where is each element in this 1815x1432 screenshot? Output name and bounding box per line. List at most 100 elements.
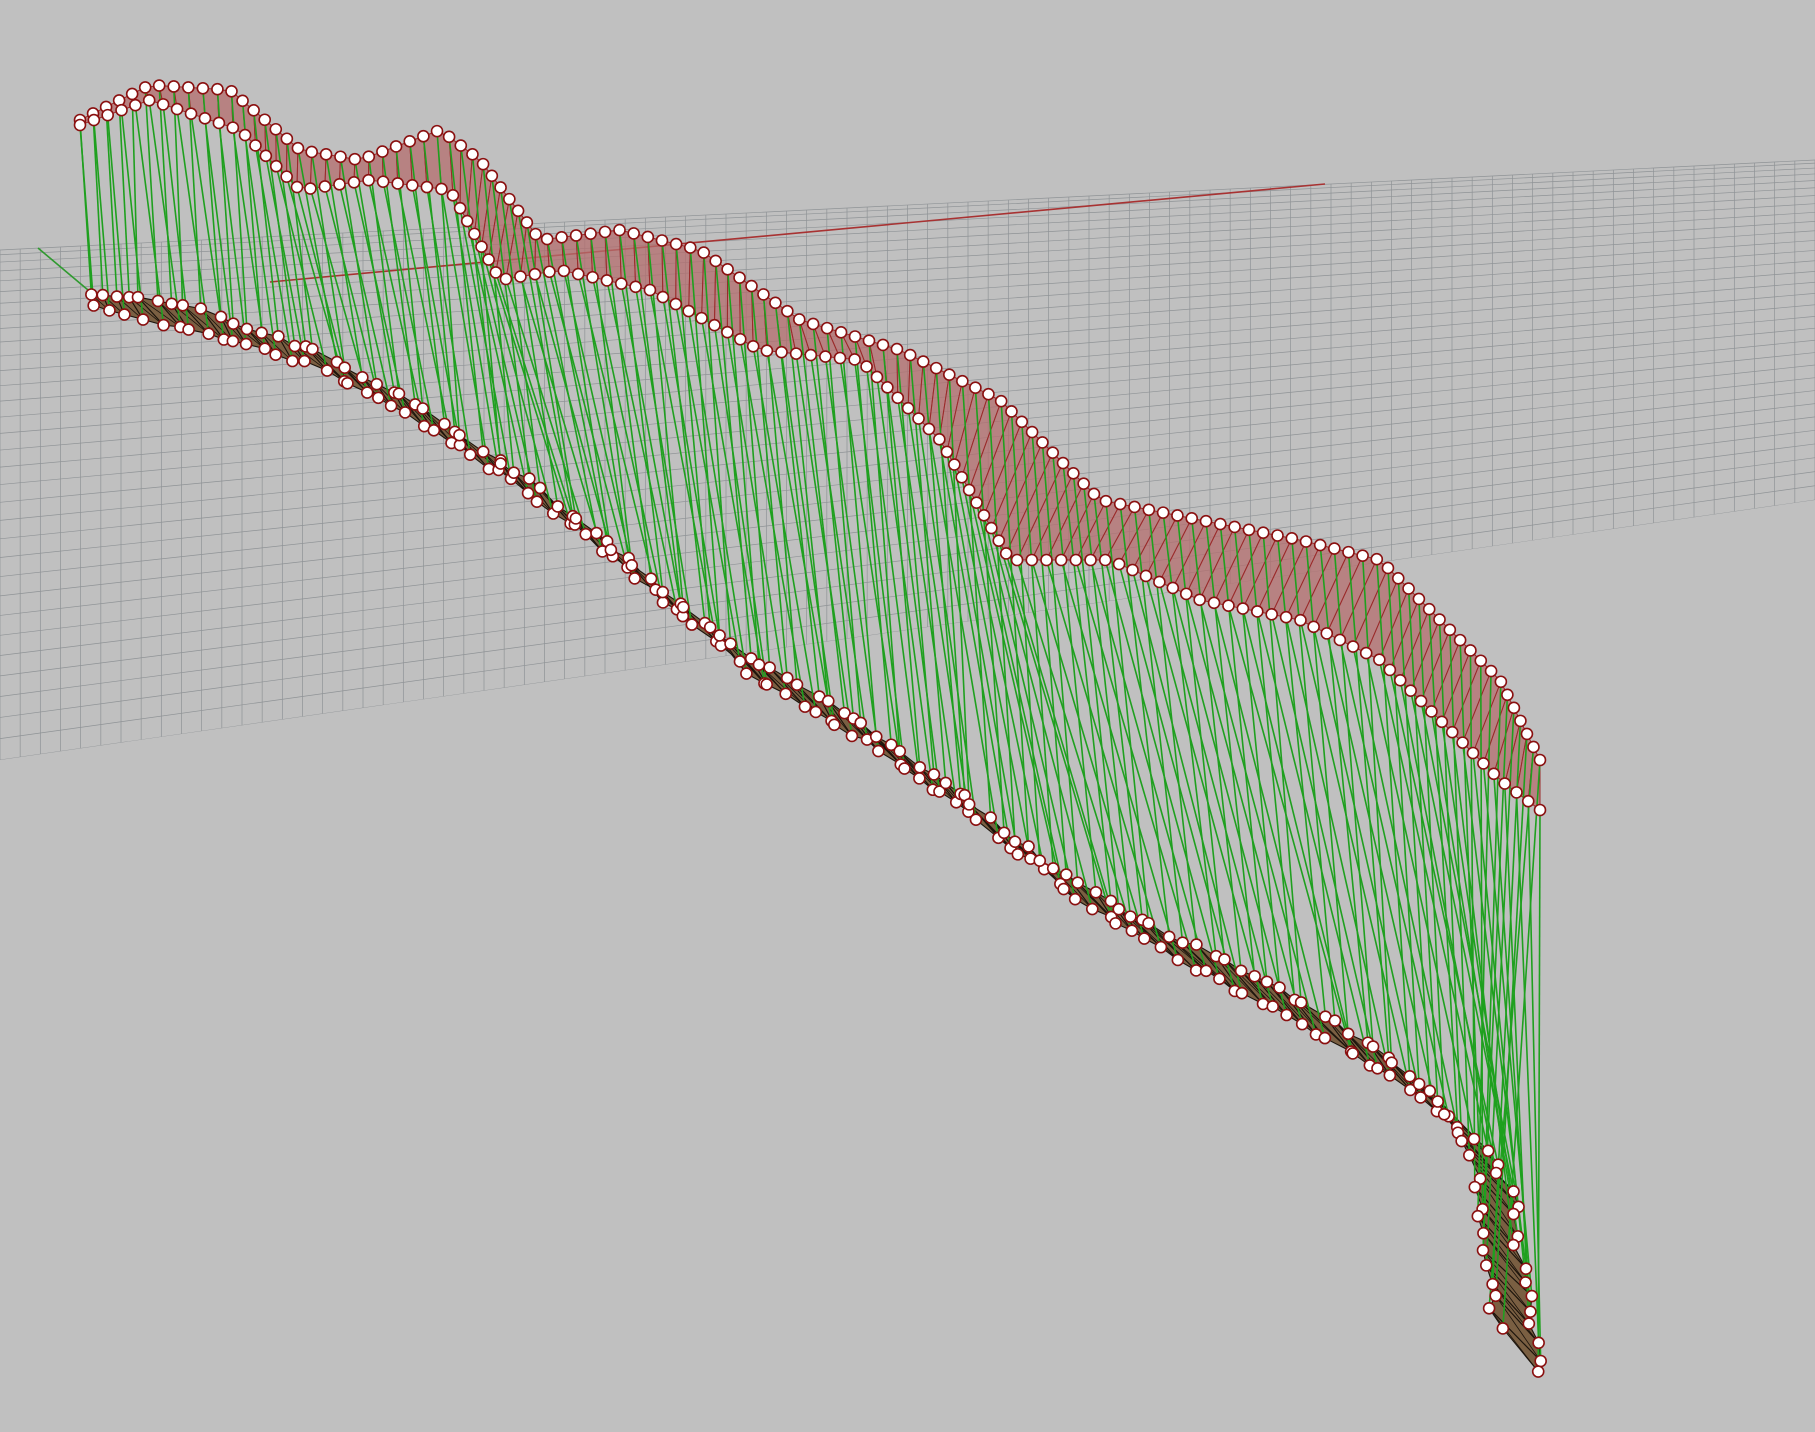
control-point xyxy=(590,526,603,540)
control-point xyxy=(1059,868,1073,881)
control-point xyxy=(320,364,334,377)
control-point xyxy=(1521,794,1535,808)
control-point xyxy=(1533,753,1547,767)
control-point xyxy=(1489,1289,1503,1303)
control-point xyxy=(903,348,917,362)
control-point xyxy=(225,84,238,98)
control-point xyxy=(85,288,98,301)
control-point xyxy=(876,338,890,352)
control-point xyxy=(757,288,770,301)
control-point xyxy=(969,813,983,826)
control-point xyxy=(656,596,670,609)
control-point xyxy=(733,332,747,346)
control-point xyxy=(269,159,283,173)
control-point xyxy=(992,534,1006,548)
control-point xyxy=(1403,1069,1417,1083)
control-point xyxy=(1089,885,1103,899)
control-point xyxy=(1128,500,1141,514)
control-point xyxy=(291,141,305,155)
control-point xyxy=(269,122,283,136)
control-point xyxy=(1346,640,1360,653)
control-point xyxy=(131,290,145,304)
control-point xyxy=(713,629,726,642)
control-point xyxy=(1456,736,1469,749)
control-point xyxy=(1036,436,1049,449)
control-point xyxy=(1112,557,1126,571)
control-point xyxy=(125,87,139,101)
control-point xyxy=(530,495,544,508)
control-point xyxy=(1514,714,1527,728)
control-point xyxy=(913,772,926,785)
control-point xyxy=(1507,1207,1520,1221)
control-point xyxy=(489,266,503,279)
control-point xyxy=(1519,1276,1532,1289)
control-point xyxy=(834,326,848,339)
control-point xyxy=(1260,975,1274,989)
control-point xyxy=(247,103,260,117)
control-point xyxy=(860,360,873,373)
control-point xyxy=(1295,1017,1309,1031)
control-point xyxy=(73,118,87,132)
control-point xyxy=(138,81,152,94)
control-point xyxy=(1507,1238,1520,1252)
control-point xyxy=(806,317,820,331)
control-point xyxy=(985,521,998,535)
control-point xyxy=(226,121,240,134)
control-point xyxy=(1496,1322,1510,1335)
control-point xyxy=(1015,415,1029,429)
control-point xyxy=(970,496,983,509)
control-point xyxy=(1494,675,1508,689)
control-point xyxy=(1383,1069,1397,1082)
control-point xyxy=(872,744,885,758)
control-point xyxy=(820,321,834,335)
control-point xyxy=(604,543,618,557)
control-point xyxy=(994,394,1008,408)
control-point xyxy=(600,274,614,287)
control-point xyxy=(290,180,304,194)
control-point xyxy=(1190,938,1203,951)
control-point xyxy=(360,386,374,399)
control-point xyxy=(1222,599,1235,612)
control-point xyxy=(333,178,346,191)
control-point xyxy=(557,264,571,278)
control-point xyxy=(746,339,760,353)
control-point xyxy=(152,79,166,92)
control-point xyxy=(1285,532,1299,545)
control-point xyxy=(984,811,997,824)
control-point xyxy=(341,376,354,390)
control-point xyxy=(280,132,294,146)
control-point xyxy=(362,173,375,187)
control-point xyxy=(1250,605,1264,618)
control-point xyxy=(1242,523,1256,537)
rhino-perspective-viewport[interactable] xyxy=(0,0,1815,1432)
control-point xyxy=(1414,694,1428,708)
control-point xyxy=(151,294,165,308)
control-point xyxy=(821,694,835,708)
control-point xyxy=(956,374,969,388)
control-point xyxy=(334,150,347,164)
control-point xyxy=(779,687,792,701)
control-point xyxy=(656,585,670,599)
control-point xyxy=(249,139,262,152)
control-point xyxy=(1507,701,1521,715)
control-point xyxy=(389,140,403,153)
control-point xyxy=(528,267,542,281)
control-point xyxy=(103,304,116,317)
control-point xyxy=(239,337,253,351)
control-point xyxy=(1057,882,1070,896)
control-point xyxy=(569,229,583,242)
control-point xyxy=(110,290,124,303)
control-point xyxy=(1273,981,1286,994)
control-point xyxy=(338,361,351,375)
control-point xyxy=(1054,553,1068,567)
control-point xyxy=(1162,930,1176,944)
control-point xyxy=(683,241,697,254)
control-point xyxy=(1489,1166,1503,1180)
control-point xyxy=(1487,767,1501,781)
control-point xyxy=(503,192,516,206)
control-point xyxy=(697,246,711,259)
control-point xyxy=(1486,1277,1499,1291)
control-point xyxy=(845,729,859,743)
control-point xyxy=(1423,1084,1437,1098)
control-point xyxy=(763,661,776,674)
